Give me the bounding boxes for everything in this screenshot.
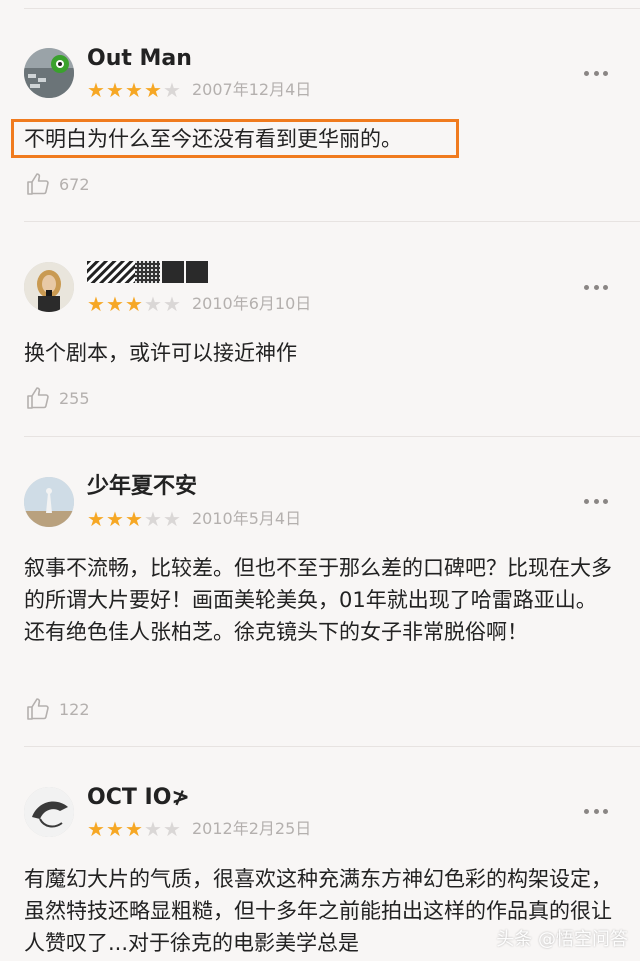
avatar[interactable] bbox=[24, 787, 74, 837]
like-button[interactable]: 672 bbox=[26, 172, 90, 196]
star-filled-icon: ★ bbox=[87, 78, 105, 102]
star-filled-icon: ★ bbox=[125, 78, 143, 102]
review-text: 换个剧本，或许可以接近神作 bbox=[24, 341, 297, 365]
like-count: 255 bbox=[59, 388, 90, 408]
star-filled-icon: ★ bbox=[87, 292, 105, 316]
review-date: 2007年12月4日 bbox=[192, 80, 312, 99]
star-rating: ★ ★ ★ ★ ★ bbox=[87, 80, 182, 100]
thumbs-up-icon bbox=[27, 387, 49, 409]
thumbs-up-icon bbox=[27, 173, 49, 195]
star-empty-icon: ★ bbox=[144, 292, 162, 316]
thumbs-up-icon bbox=[27, 698, 49, 720]
more-options-icon[interactable] bbox=[584, 497, 608, 505]
more-options-icon[interactable] bbox=[584, 69, 608, 77]
star-rating: ★ ★ ★ ★ ★ bbox=[87, 819, 182, 839]
review-date: 2010年6月10日 bbox=[192, 294, 312, 313]
like-button[interactable]: 122 bbox=[26, 697, 90, 721]
star-filled-icon: ★ bbox=[125, 292, 143, 316]
divider bbox=[24, 221, 640, 222]
review-text: 叙事不流畅，比较差。但也不至于那么差的口碑吧？比现在大多的所谓大片要好！画面美轮… bbox=[24, 556, 612, 644]
star-rating: ★ ★ ★ ★ ★ bbox=[87, 294, 182, 314]
review-date: 2012年2月25日 bbox=[192, 819, 312, 838]
more-options-icon[interactable] bbox=[584, 807, 608, 815]
star-empty-icon: ★ bbox=[144, 507, 162, 531]
star-filled-icon: ★ bbox=[87, 817, 105, 841]
divider bbox=[24, 436, 640, 437]
star-rating: ★ ★ ★ ★ ★ bbox=[87, 509, 182, 529]
more-options-icon[interactable] bbox=[584, 283, 608, 291]
avatar[interactable] bbox=[24, 262, 74, 312]
username-pattern bbox=[87, 261, 208, 283]
username[interactable]: OCT IO≯ bbox=[87, 787, 190, 809]
like-count: 122 bbox=[59, 699, 90, 719]
avatar[interactable] bbox=[24, 48, 74, 98]
star-filled-icon: ★ bbox=[87, 507, 105, 531]
review-text: 不明白为什么至今还没有看到更华丽的。 bbox=[24, 127, 402, 151]
like-button[interactable]: 255 bbox=[26, 386, 90, 410]
username[interactable]: 少年夏不安 bbox=[87, 476, 197, 498]
star-filled-icon: ★ bbox=[144, 78, 162, 102]
divider bbox=[24, 746, 640, 747]
like-count: 672 bbox=[59, 174, 90, 194]
star-empty-icon: ★ bbox=[144, 817, 162, 841]
star-filled-icon: ★ bbox=[106, 292, 124, 316]
star-empty-icon: ★ bbox=[163, 292, 181, 316]
star-empty-icon: ★ bbox=[163, 78, 181, 102]
watermark: 头条 @悟空问答 bbox=[496, 929, 628, 950]
review-date: 2010年5月4日 bbox=[192, 509, 302, 528]
star-empty-icon: ★ bbox=[163, 817, 181, 841]
review-feed: Out Man ★ ★ ★ ★ ★ 2007年12月4日 不明白为什么至今还没有看到更华… bbox=[0, 0, 640, 961]
star-filled-icon: ★ bbox=[125, 507, 143, 531]
star-filled-icon: ★ bbox=[125, 817, 143, 841]
star-filled-icon: ★ bbox=[106, 78, 124, 102]
username[interactable]: Out Man bbox=[87, 48, 192, 70]
avatar[interactable] bbox=[24, 477, 74, 527]
top-divider bbox=[24, 8, 640, 9]
star-filled-icon: ★ bbox=[106, 507, 124, 531]
star-empty-icon: ★ bbox=[163, 507, 181, 531]
star-filled-icon: ★ bbox=[106, 817, 124, 841]
